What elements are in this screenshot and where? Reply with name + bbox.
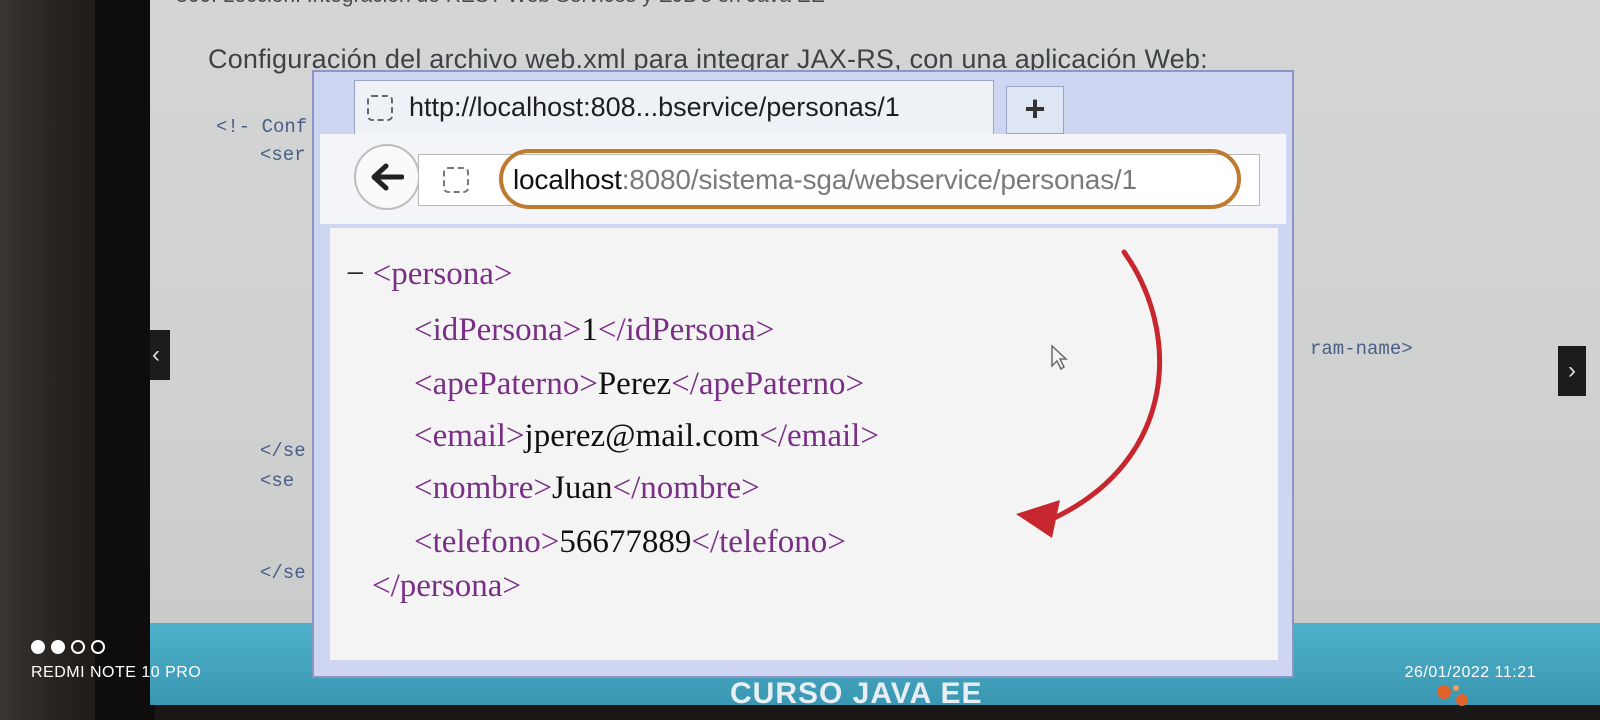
code-fragment: <se (260, 470, 295, 492)
code-fragment: </se (260, 440, 306, 462)
back-arrow-icon (371, 163, 404, 191)
new-tab-button[interactable]: + (1006, 86, 1064, 134)
xml-field-idpersona: <idPersona>1</idPersona> (414, 312, 774, 349)
xml-open-tag: <email> (414, 418, 525, 454)
xml-field-nombre: <nombre>Juan</nombre> (414, 470, 760, 507)
xml-close-tag: </nombre> (612, 470, 760, 506)
footer-title: CURSO JAVA EE (730, 677, 983, 705)
camera-dot (51, 640, 65, 654)
browser-window: http://localhost:808...bservice/personas… (312, 70, 1294, 678)
xml-open-tag: <apePaterno> (414, 366, 598, 402)
xml-tag: </persona> (372, 568, 522, 604)
code-fragment: <!- Conf (216, 116, 308, 138)
xml-value: 1 (581, 312, 598, 348)
page-icon (367, 94, 393, 121)
xml-value: Perez (597, 366, 672, 402)
xml-root-close: </persona> (372, 568, 521, 605)
address-bar[interactable]: localhost:8080/sistema-sga/webservice/pe… (418, 149, 1260, 209)
xml-document-view: − <persona> <idPersona>1</idPersona> <apeP… (330, 228, 1278, 660)
code-fragment: ram-name> (1310, 338, 1413, 360)
code-fragment: </se (260, 562, 306, 584)
camera-dot (71, 640, 85, 654)
camera-dot (91, 640, 105, 654)
xml-open-tag: <idPersona> (414, 312, 582, 348)
slide-prev-button[interactable]: ‹ (150, 330, 170, 380)
xml-value: Juan (552, 470, 613, 506)
xml-value: jperez@mail.com (524, 418, 760, 454)
xml-root-open: − <persona> (346, 256, 512, 293)
collapse-toggle[interactable]: − (346, 256, 365, 292)
xml-close-tag: </idPersona> (597, 312, 775, 348)
slide-next-button[interactable]: › (1558, 346, 1586, 396)
camera-mode-dots (31, 640, 105, 654)
xml-value: 56677889 (559, 524, 692, 560)
monitor-bezel (95, 0, 155, 720)
logo-icon (1437, 685, 1468, 706)
slide-title: 360. Lección: Integración de REST Web Se… (176, 0, 825, 8)
xml-open-tag: <nombre> (414, 470, 553, 506)
xml-field-email: <email>jperez@mail.com</email> (414, 418, 879, 455)
camera-dot (31, 640, 45, 654)
device-watermark: REDMI NOTE 10 PRO (31, 664, 202, 681)
xml-close-tag: </apePaterno> (671, 366, 865, 402)
xml-open-tag: <telefono> (414, 524, 560, 560)
page-icon (443, 167, 469, 193)
xml-tag: <persona> (372, 256, 513, 292)
code-fragment: <ser (260, 144, 306, 166)
browser-toolbar: localhost:8080/sistema-sga/webservice/pe… (320, 134, 1286, 224)
url-highlight-ellipse (499, 149, 1241, 209)
xml-field-apepaterno: <apePaterno>Perez</apePaterno> (414, 366, 864, 403)
xml-close-tag: </telefono> (691, 524, 846, 560)
browser-tab[interactable]: http://localhost:808...bservice/personas… (354, 80, 994, 134)
xml-field-telefono: <telefono>56677889</telefono> (414, 524, 846, 561)
xml-close-tag: </email> (759, 418, 879, 454)
back-button[interactable] (354, 144, 420, 210)
photo-timestamp: 26/01/2022 11:21 (1404, 664, 1536, 681)
tab-title: http://localhost:808...bservice/personas… (409, 92, 900, 122)
